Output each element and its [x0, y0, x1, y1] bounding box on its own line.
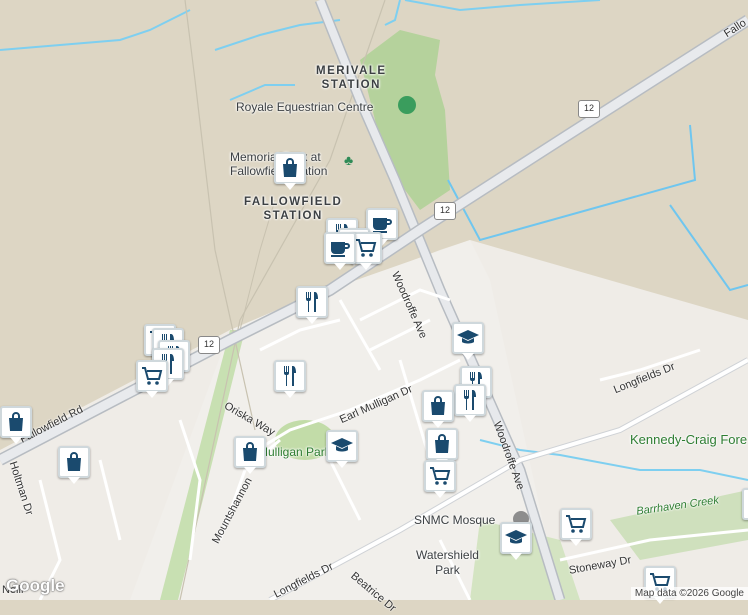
shopping-bag-icon [430, 432, 454, 456]
map-marker[interactable] [274, 360, 306, 398]
restaurant-icon [300, 290, 324, 314]
highway-shield: 12 [434, 202, 456, 220]
map-marker[interactable] [500, 522, 532, 560]
shopping-cart-icon [564, 512, 588, 536]
map-marker[interactable] [424, 460, 456, 498]
snmc-mosque-label[interactable]: SNMC Mosque [414, 513, 495, 527]
map-marker[interactable] [324, 232, 356, 270]
map-marker[interactable] [136, 360, 168, 398]
shopping-cart-icon [354, 236, 378, 260]
tree-icon: ♣ [344, 152, 354, 168]
restaurant-icon [458, 388, 482, 412]
map-attribution[interactable]: Map data ©2026 Google [630, 587, 748, 600]
school-icon [456, 326, 480, 350]
highway-shield: 12 [198, 336, 220, 354]
kennedy-craig-label[interactable]: Kennedy-Craig Fore [630, 432, 747, 447]
shopping-cart-icon [140, 364, 164, 388]
map-marker[interactable] [426, 428, 458, 466]
shopping-cart-icon [428, 464, 452, 488]
shopping-bag-icon [4, 410, 28, 434]
watershield-park-label[interactable]: Watershield Park [416, 548, 479, 578]
map-marker[interactable] [296, 286, 328, 324]
highway-shield: 12 [578, 100, 600, 118]
shopping-bag-icon [238, 440, 262, 464]
google-logo: Google [6, 576, 65, 595]
school-icon [504, 526, 528, 550]
royale-equestrian-label[interactable]: Royale Equestrian Centre [236, 100, 373, 114]
map-marker[interactable] [452, 322, 484, 360]
map-marker[interactable] [742, 488, 748, 520]
map-marker[interactable] [326, 430, 358, 468]
restaurant-icon [278, 364, 302, 388]
map-marker[interactable] [234, 436, 266, 474]
merivale-station-label: MERIVALE STATION [316, 65, 387, 91]
park-icon [398, 96, 416, 114]
map-marker[interactable] [454, 384, 486, 422]
mulligan-park-label[interactable]: Mulligan Park [258, 445, 331, 459]
map-marker[interactable] [274, 152, 306, 190]
school-icon [330, 434, 354, 458]
map-marker[interactable] [58, 446, 90, 484]
map-marker[interactable] [422, 390, 454, 428]
shopping-bag-icon [278, 156, 302, 180]
map-marker[interactable] [0, 406, 32, 444]
shopping-bag-icon [426, 394, 450, 418]
coffee-icon [328, 236, 352, 260]
map-marker[interactable] [560, 508, 592, 546]
shopping-bag-icon [62, 450, 86, 474]
